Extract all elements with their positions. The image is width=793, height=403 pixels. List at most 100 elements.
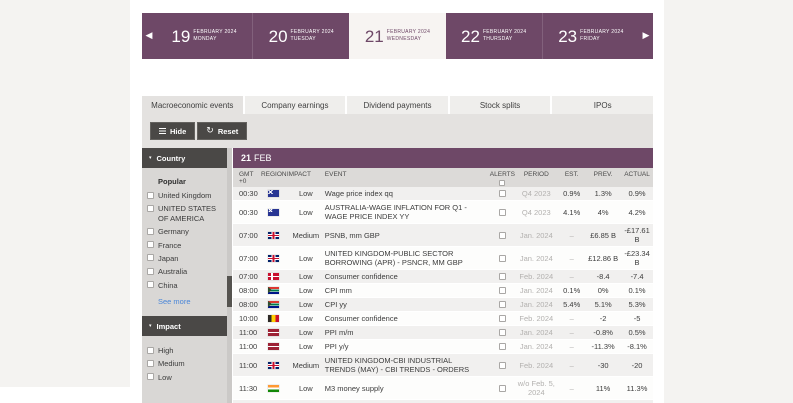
- tab[interactable]: Dividend payments: [347, 96, 448, 114]
- alert-checkbox[interactable]: [498, 361, 506, 369]
- alert-checkbox[interactable]: [498, 287, 506, 295]
- day-month-year: FEBRUARY 2024: [193, 28, 237, 35]
- prev-value: 1.3%: [594, 189, 612, 198]
- tab[interactable]: Macroeconomic events: [142, 96, 243, 114]
- alert-checkbox[interactable]: [498, 208, 506, 216]
- checkbox-icon[interactable]: [147, 267, 154, 275]
- filter-checkbox-item[interactable]: Japan: [142, 252, 227, 265]
- actual-value: -5: [633, 314, 641, 323]
- alert-checkbox[interactable]: [498, 231, 506, 239]
- select-all-alerts-checkbox[interactable]: [499, 180, 506, 187]
- table-row[interactable]: 07:00 Low Consumer confidence Feb. 2024 …: [233, 270, 653, 284]
- tab[interactable]: Company earnings: [244, 96, 346, 114]
- event-name: UNITED KINGDOM-PUBLIC SECTOR BORROWING (…: [324, 249, 463, 267]
- filter-checkbox-item[interactable]: UNITED STATES OF AMERICA: [142, 202, 227, 225]
- date-nav-day[interactable]: 19 FEBRUARY 2024 MONDAY: [156, 13, 252, 59]
- alert-checkbox[interactable]: [498, 384, 506, 392]
- tab[interactable]: Stock splits: [449, 96, 551, 114]
- column-header-label: IMPACT: [286, 171, 311, 178]
- checkbox-icon[interactable]: [147, 373, 154, 381]
- date-nav-day[interactable]: 21 FEBRUARY 2024 WEDNESDAY: [349, 13, 446, 59]
- checkbox-icon[interactable]: [147, 227, 154, 235]
- table-row[interactable]: 08:00 Low CPI mm Jan. 2024 0.1% 0% 0.1%: [233, 284, 653, 298]
- table-row[interactable]: 07:00 Medium PSNB, mm GBP Jan. 2024 – £6…: [233, 224, 653, 247]
- events-table: 21 FEB GMT +0 REGION IMPACT EVENT ALERTS…: [233, 148, 653, 403]
- impact-label: Low: [298, 383, 313, 393]
- filter-checkbox-item[interactable]: France: [142, 239, 227, 252]
- prev-value: £6.85 B: [590, 230, 617, 240]
- filter-toolbar: Hide ↻ Reset: [142, 114, 653, 148]
- table-row[interactable]: 00:30 Low Wage price index qq Q4 2023 0.…: [233, 187, 653, 201]
- date-nav-day[interactable]: 23 FEBRUARY 2024 FRIDAY: [541, 13, 639, 59]
- tab-label: Stock splits: [479, 100, 521, 110]
- checkbox-icon[interactable]: [147, 254, 154, 262]
- filter-checkbox-item[interactable]: United Kingdom: [142, 189, 227, 202]
- prev-value: 11%: [595, 383, 611, 393]
- alert-checkbox[interactable]: [498, 254, 506, 262]
- table-date-month: FEB: [254, 153, 272, 163]
- event-name: Consumer confidence: [324, 272, 398, 281]
- region-cell: [261, 301, 287, 308]
- column-header-label: GMT +0: [239, 171, 254, 186]
- impact-filter-header[interactable]: ▾ Impact: [142, 316, 227, 336]
- est-value: 5.4%: [563, 300, 581, 309]
- alert-cell: [490, 190, 514, 198]
- alert-checkbox[interactable]: [498, 315, 506, 323]
- impact-label: Low: [298, 207, 313, 217]
- checkbox-icon[interactable]: [147, 204, 154, 212]
- column-header-label: ACTUAL: [624, 171, 650, 178]
- sidebar-scrollbar-thumb[interactable]: [227, 276, 232, 307]
- date-navigation: ◀ 19 FEBRUARY 2024 MONDAY 20 FEBRUARY 20…: [142, 13, 653, 59]
- table-row[interactable]: 11:00 Low PPI y/y Jan. 2024 – -11.3% -8.…: [233, 340, 653, 354]
- event-time: 08:00: [239, 300, 258, 309]
- date-nav-day[interactable]: 22 FEBRUARY 2024 THURSDAY: [446, 13, 542, 59]
- hide-button[interactable]: Hide: [150, 122, 196, 140]
- checkbox-icon[interactable]: [147, 241, 154, 248]
- next-day-button[interactable]: ▶: [639, 13, 653, 59]
- alert-checkbox[interactable]: [498, 329, 506, 337]
- reset-button[interactable]: ↻ Reset: [197, 122, 248, 140]
- filter-item-label: High: [158, 346, 174, 355]
- event-name: M3 money supply: [324, 383, 384, 393]
- see-more-link[interactable]: See more: [158, 297, 227, 306]
- prev-day-button[interactable]: ◀: [142, 13, 156, 59]
- filter-checkbox-item[interactable]: Medium: [142, 357, 227, 370]
- filter-checkbox-item[interactable]: Germany: [142, 225, 227, 238]
- table-row[interactable]: 11:00 Low PPI m/m Jan. 2024 – -0.8% 0.5%: [233, 326, 653, 340]
- alert-checkbox[interactable]: [498, 273, 506, 281]
- table-row[interactable]: 07:00 Low UNITED KINGDOM-PUBLIC SECTOR B…: [233, 247, 653, 270]
- filter-checkbox-item[interactable]: Australia: [142, 265, 227, 278]
- region-cell: [261, 384, 287, 392]
- filter-item-label: France: [158, 240, 182, 250]
- table-row[interactable]: 11:00 Medium UNITED KINGDOM-CBI INDUSTRI…: [233, 354, 653, 377]
- prev-value: 0%: [597, 286, 609, 295]
- alert-cell: [490, 361, 514, 369]
- table-row[interactable]: 10:00 Low Consumer confidence Feb. 2024 …: [233, 312, 653, 326]
- table-row[interactable]: 00:30 Low AUSTRALIA-WAGE INFLATION FOR Q…: [233, 201, 653, 224]
- country-filter-header[interactable]: ▾ Country: [142, 148, 227, 168]
- day-number: 20: [268, 26, 288, 46]
- flag-dk-icon: [268, 273, 280, 280]
- checkbox-icon[interactable]: [147, 191, 154, 199]
- column-header: IMPACT: [287, 171, 325, 178]
- column-header: GMT +0: [233, 171, 261, 185]
- sidebar-scrollbar[interactable]: [227, 148, 232, 403]
- alert-checkbox[interactable]: [498, 190, 506, 198]
- prev-value: -30: [597, 360, 609, 370]
- est-value: –: [569, 272, 574, 281]
- filter-checkbox-item[interactable]: High: [142, 344, 227, 357]
- date-nav-day[interactable]: 20 FEBRUARY 2024 TUESDAY: [252, 13, 349, 59]
- table-row[interactable]: 11:30 Low M3 money supply w/o Feb. 5, 20…: [233, 377, 653, 400]
- column-header-label: REGION: [260, 171, 287, 178]
- alert-checkbox[interactable]: [498, 343, 506, 351]
- checkbox-icon[interactable]: [147, 359, 154, 367]
- table-row[interactable]: 08:00 Low CPI yy Jan. 2024 5.4% 5.1% 5.3…: [233, 298, 653, 312]
- checkbox-icon[interactable]: [147, 281, 154, 289]
- alert-checkbox[interactable]: [498, 301, 506, 309]
- checkbox-icon[interactable]: [147, 346, 154, 354]
- filter-checkbox-item[interactable]: Low: [142, 371, 227, 384]
- filter-checkbox-item[interactable]: China: [142, 279, 227, 292]
- tab[interactable]: IPOs: [552, 96, 653, 114]
- impact-filter-title: Impact: [156, 321, 181, 331]
- impact-label: Low: [298, 300, 313, 309]
